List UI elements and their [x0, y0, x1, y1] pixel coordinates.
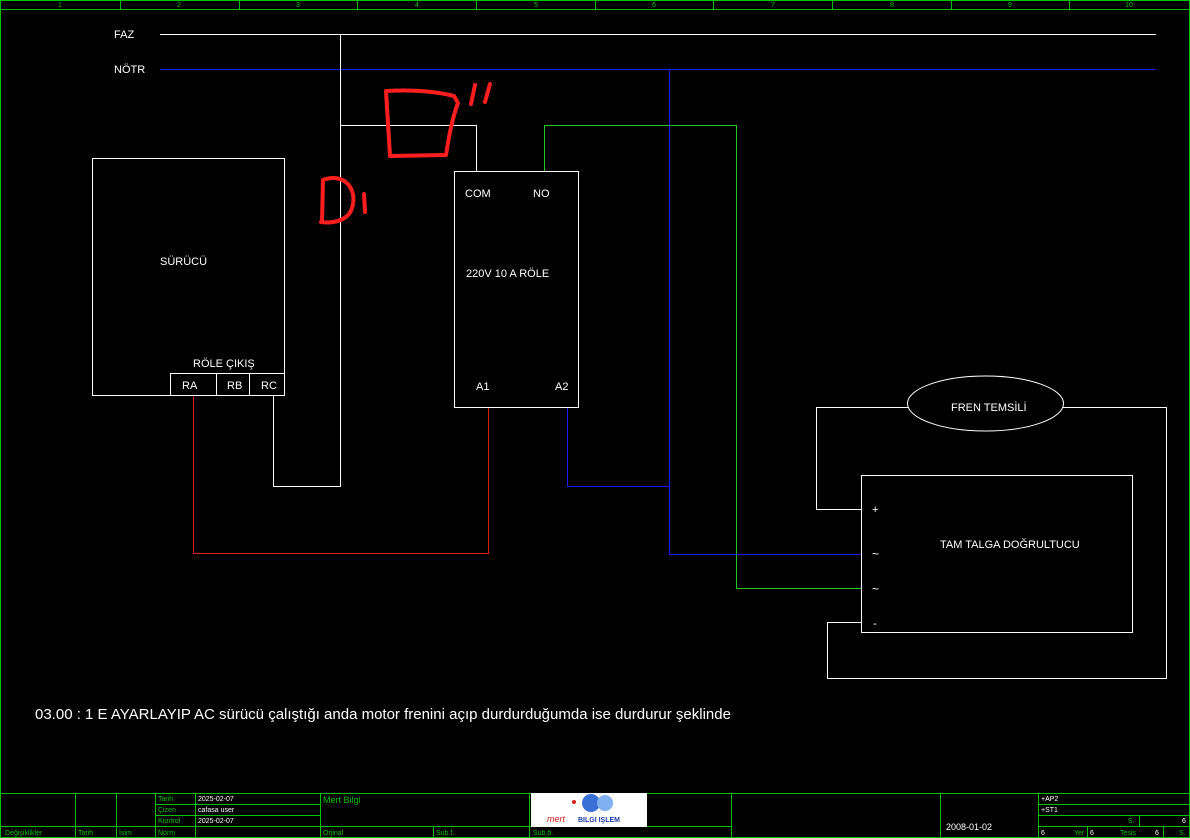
company-name: Mert Bilgi [323, 795, 361, 805]
relay-com-label: COM [465, 188, 491, 200]
title-block-label: Tesis [1120, 830, 1136, 837]
title-block-value: 2025-02-07 [198, 818, 234, 825]
ruler-number: 5 [534, 2, 538, 9]
relay-no-label: NO [533, 188, 550, 200]
title-block-label: S. [1179, 830, 1186, 837]
title-block-label: S. [1128, 818, 1135, 825]
schematic-canvas[interactable]: 1 2 3 4 5 6 7 8 9 10 FAZ NÖTR SÜRÜCÜ RÖL… [0, 0, 1190, 838]
relay-rating-label: 220V 10 A RÖLE [466, 268, 549, 280]
title-block-label: Sub.b. [533, 830, 553, 837]
rectifier-minus-terminal: - [873, 618, 877, 630]
neutral-label: NÖTR [114, 64, 145, 76]
ruler-number: 4 [415, 2, 419, 9]
ruler-number: 7 [771, 2, 775, 9]
title-block-value: 6 [1090, 830, 1094, 837]
drawing-date: 2008-01-02 [946, 822, 992, 832]
title-block-label: İsim [119, 828, 132, 837]
ruler-number: 10 [1125, 2, 1133, 9]
brake-label: FREN TEMSİLİ [951, 401, 1027, 414]
title-block-st: +ST1 [1041, 807, 1058, 814]
title-block-value: 6 [1041, 830, 1045, 837]
title-block-label: Çizen [158, 807, 176, 814]
relay-a2-label: A2 [555, 381, 568, 393]
title-block-label: Norm [158, 830, 175, 837]
rectifier-title: TAM TALGA DOĞRULTUCU [940, 538, 1080, 551]
rectifier-ac1-terminal: ~ [872, 547, 879, 561]
phase-label: FAZ [114, 29, 134, 41]
ruler-number: 6 [652, 2, 656, 9]
logo-text: BILGI IŞLEM [578, 817, 620, 824]
rectifier-plus-terminal: + [872, 504, 878, 516]
driver-title: SÜRÜCÜ [160, 256, 207, 268]
ruler-number: 3 [296, 2, 300, 9]
title-block-label: Değişiklikler [5, 830, 43, 837]
title-block-value: 6 [1155, 830, 1159, 837]
title-block-label: Tarih [78, 830, 93, 837]
title-block-value: 2025-02-07 [198, 796, 234, 803]
terminal-rb-label: RB [227, 380, 242, 392]
title-block-label: Tarih [158, 796, 173, 803]
title-block-label: Yer [1074, 830, 1085, 837]
title-block-label: Sub.f. [436, 830, 454, 837]
relay-output-label: RÖLE ÇIKIŞ [193, 358, 255, 370]
title-block-label: Orjinal [323, 830, 344, 837]
title-block-value: 6 [1182, 818, 1186, 825]
title-block-label: Kontrol [158, 818, 181, 825]
ruler-number: 1 [58, 2, 62, 9]
ruler-number: 2 [177, 2, 181, 9]
ruler-number: 9 [1008, 2, 1012, 9]
brake-coil[interactable]: FREN TEMSİLİ [907, 375, 1064, 432]
terminal-rc-label: RC [261, 380, 277, 392]
company-logo: mert BILGI IŞLEM [531, 793, 647, 827]
annotation-note: 03.00 : 1 E AYARLAYIP AC sürücü çalıştığ… [35, 706, 731, 723]
rectifier-ac2-terminal: ~ [872, 582, 879, 596]
title-block-value: cafasa user [198, 807, 235, 814]
terminal-ra-label: RA [182, 380, 198, 392]
logo-brand: mert [547, 814, 565, 824]
title-block-ap: +AP2 [1041, 796, 1058, 803]
ruler-number: 8 [890, 2, 894, 9]
relay-a1-label: A1 [476, 381, 489, 393]
